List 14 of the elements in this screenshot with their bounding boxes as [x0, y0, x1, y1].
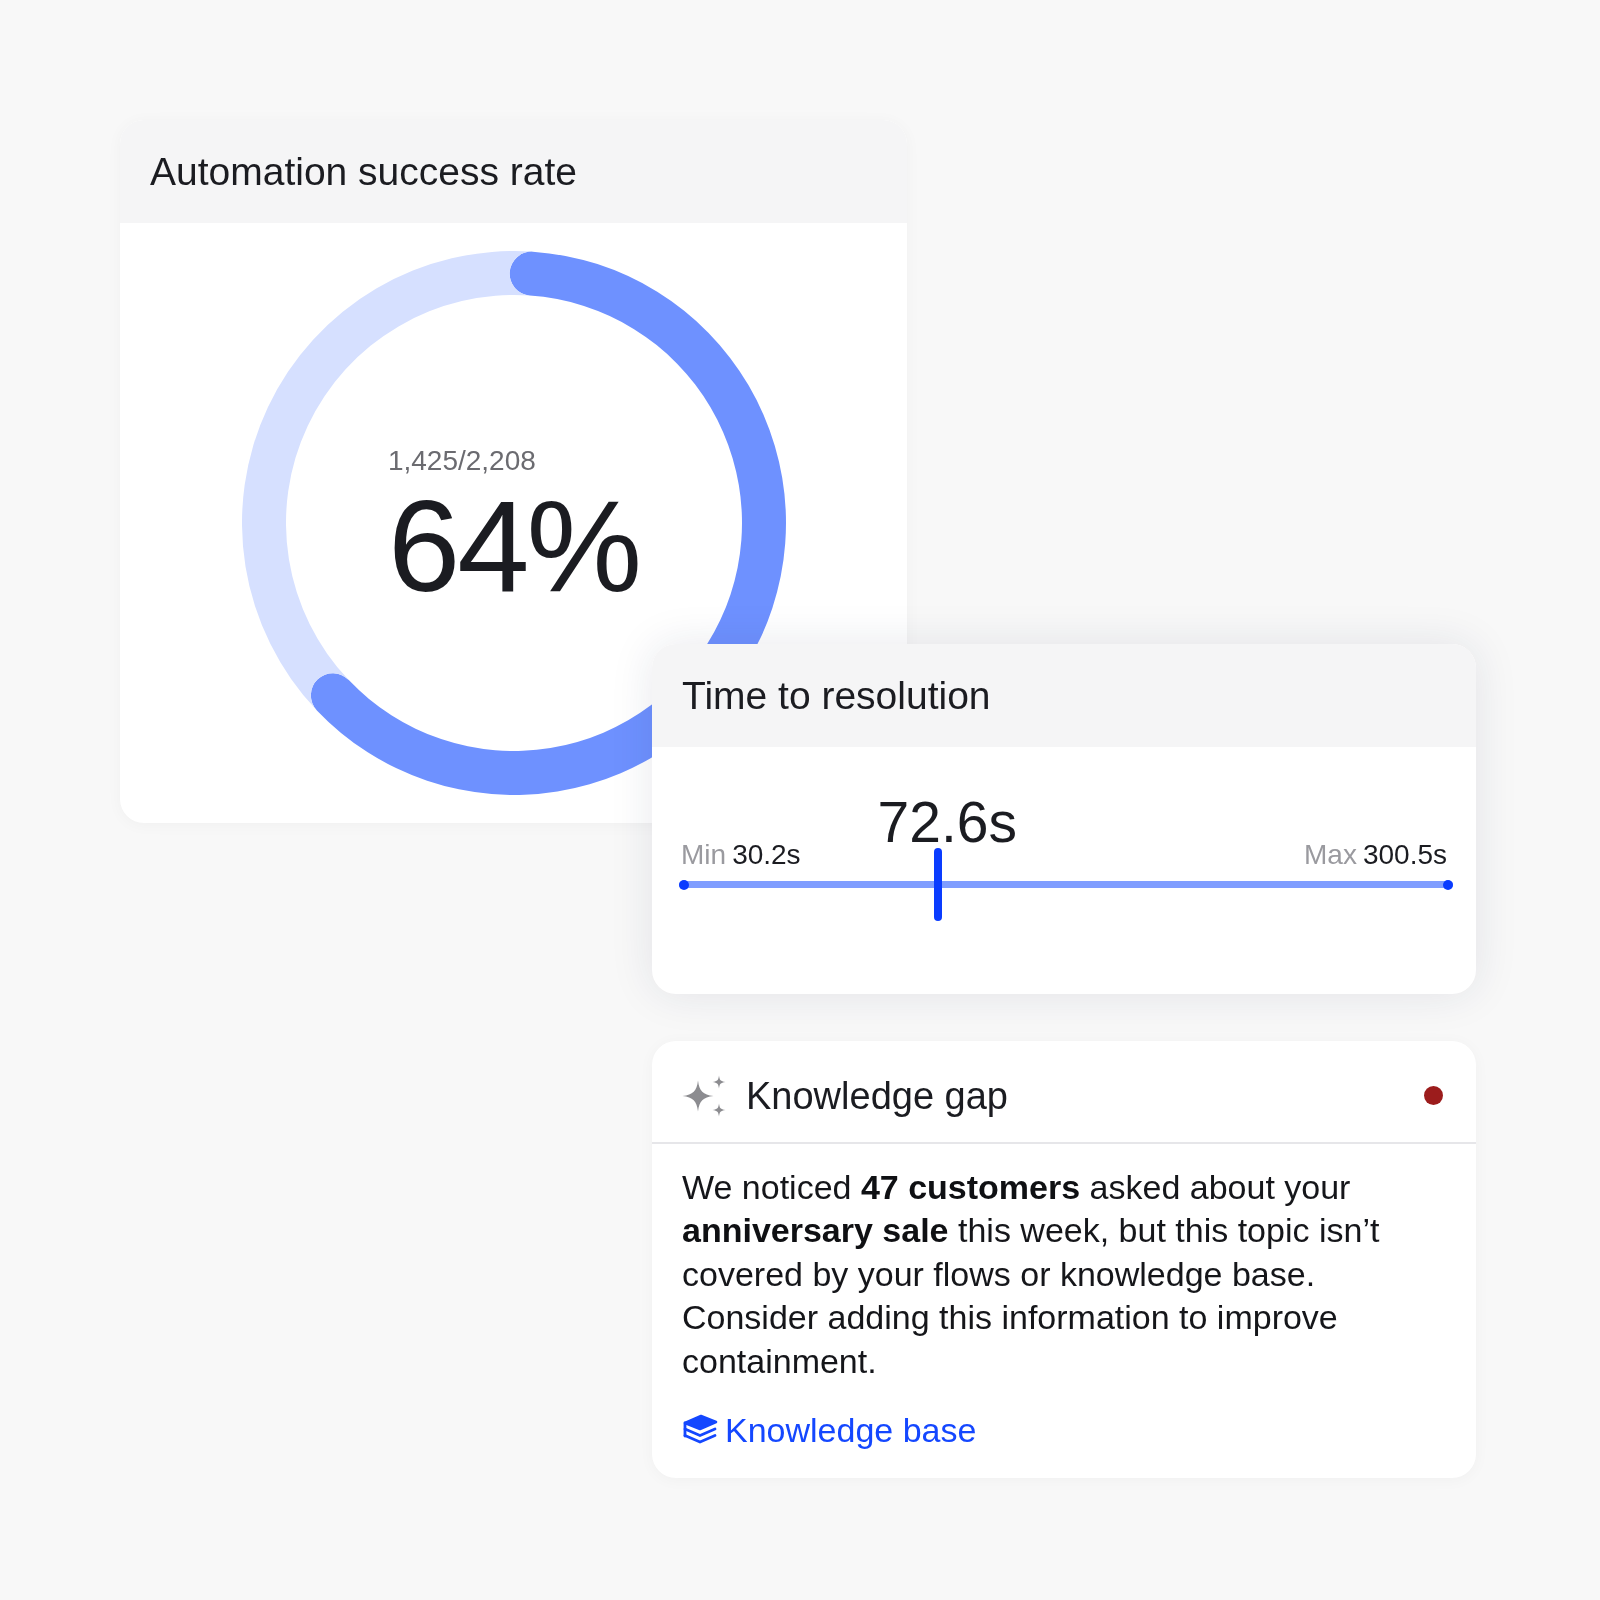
card-title: Time to resolution — [682, 674, 991, 718]
success-count: 1,425/2,208 — [387, 445, 536, 477]
track-end-icon — [1443, 879, 1453, 890]
card-title: Knowledge gap — [746, 1073, 1008, 1118]
knowledge-base-link[interactable]: Knowledge base — [682, 1410, 977, 1451]
success-percentage: 64% — [387, 481, 640, 611]
knowledge-gap-message: We noticed 47 customers asked about your anniversary sale this week, but this topic isn’t covered by your flows or knowledge base. Consider adding this information to improve containment. — [682, 1167, 1381, 1382]
max-label: Max — [1304, 839, 1357, 871]
min-value: 30.2s — [732, 839, 801, 871]
max-value: 300.5s — [1362, 839, 1447, 871]
card-title: Automation success rate — [150, 150, 578, 194]
track-end-icon — [679, 879, 689, 890]
min-label: Min — [681, 839, 727, 871]
average-time-value: 72.6s — [877, 792, 1017, 852]
